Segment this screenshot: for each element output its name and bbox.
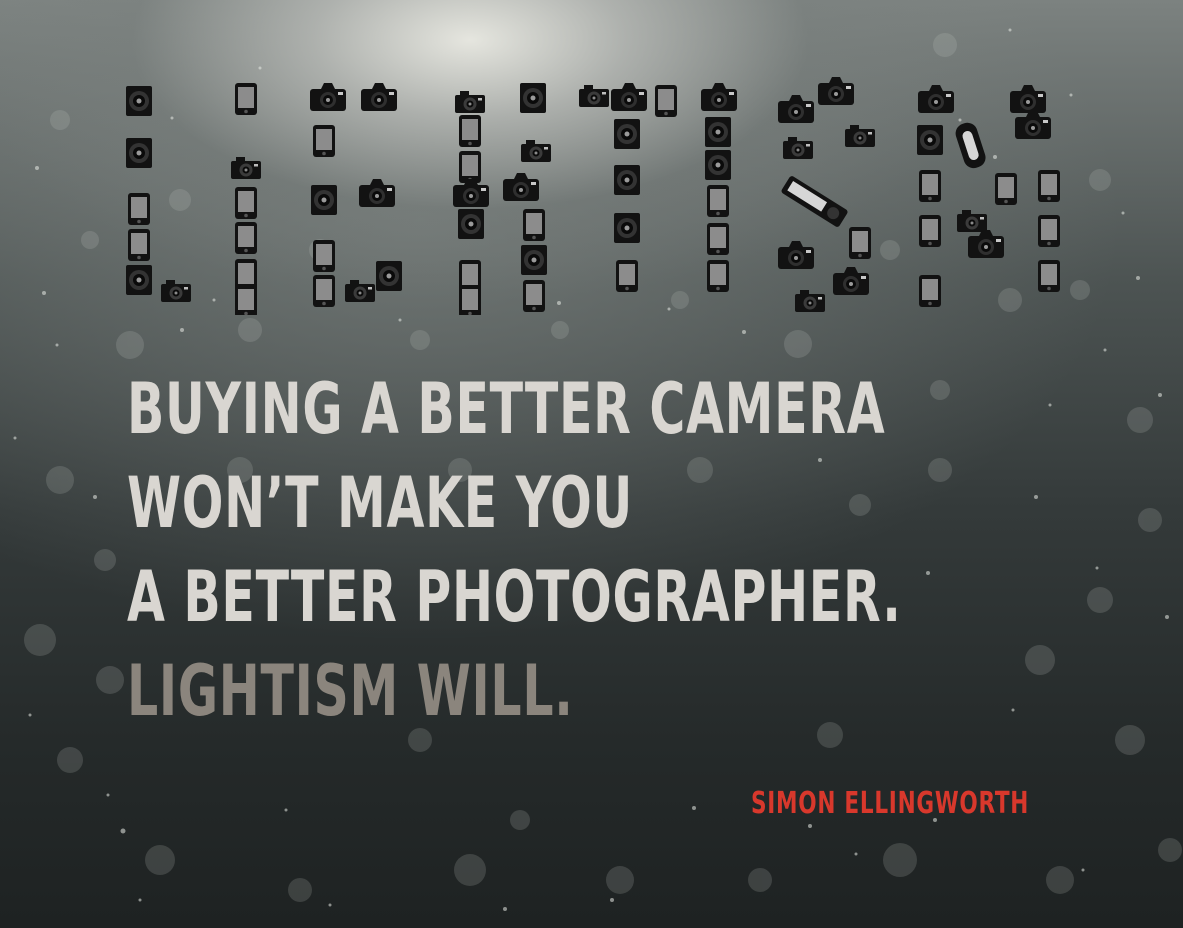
logo-letter-l (126, 86, 191, 302)
logo-letter-i-1 (231, 83, 261, 315)
logo-letter-m (917, 85, 1060, 307)
quote-line-2: WON’T MAKE YOU (127, 462, 633, 544)
quote: BUYING A BETTER CAMERA WON’T MAKE YOU A … (127, 362, 902, 738)
poster: LIGHTISM (0, 0, 1183, 928)
lightism-camera-logo (126, 77, 1060, 315)
author-name: SIMON ELLINGWORTH (751, 786, 1030, 821)
logo-letter-t (579, 83, 677, 292)
logo-letter-h (453, 83, 551, 315)
quote-line-4: LIGHTISM WILL. (127, 650, 574, 732)
logo-letter-g (310, 83, 402, 307)
quote-line-1: BUYING A BETTER CAMERA (127, 368, 886, 450)
logo-letter-i-2 (701, 83, 737, 292)
quote-line-3: A BETTER PHOTOGRAPHER. (127, 556, 902, 638)
logo-letter-s (778, 77, 875, 312)
